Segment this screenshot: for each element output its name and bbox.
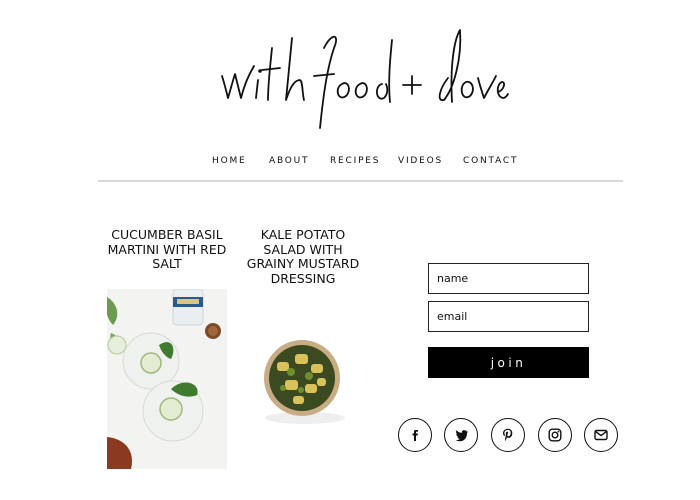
nav-recipes[interactable]: RECIPES [330,156,380,166]
post-title-cucumber-martini[interactable]: Cucumber Basil Martini with Red Salt [103,227,231,272]
pinterest-button[interactable] [491,418,525,452]
post-title-kale-potato-salad[interactable]: Kale Potato Salad with Grainy Mustard Dr… [239,227,367,286]
join-button[interactable]: join [428,347,589,378]
nav-videos[interactable]: VIDEOS [398,156,443,166]
post-image-cucumber-martini[interactable] [107,289,227,469]
main-nav: HOME ABOUT RECIPES VIDEOS CONTACT [0,156,700,170]
post-image-kale-potato-salad[interactable] [243,292,363,470]
email-icon [594,429,608,441]
nav-contact[interactable]: CONTACT [463,156,518,166]
instagram-icon [548,428,562,442]
nav-about[interactable]: ABOUT [269,156,309,166]
site-logo[interactable] [200,18,510,138]
facebook-icon [412,430,418,441]
nav-divider [98,180,623,182]
email-button[interactable] [584,418,618,452]
pinterest-icon [503,428,513,442]
facebook-button[interactable] [398,418,432,452]
name-field[interactable] [428,263,589,294]
instagram-button[interactable] [538,418,572,452]
nav-home[interactable]: HOME [212,156,247,166]
twitter-button[interactable] [444,418,478,452]
twitter-icon [455,430,468,442]
email-field[interactable] [428,301,589,332]
